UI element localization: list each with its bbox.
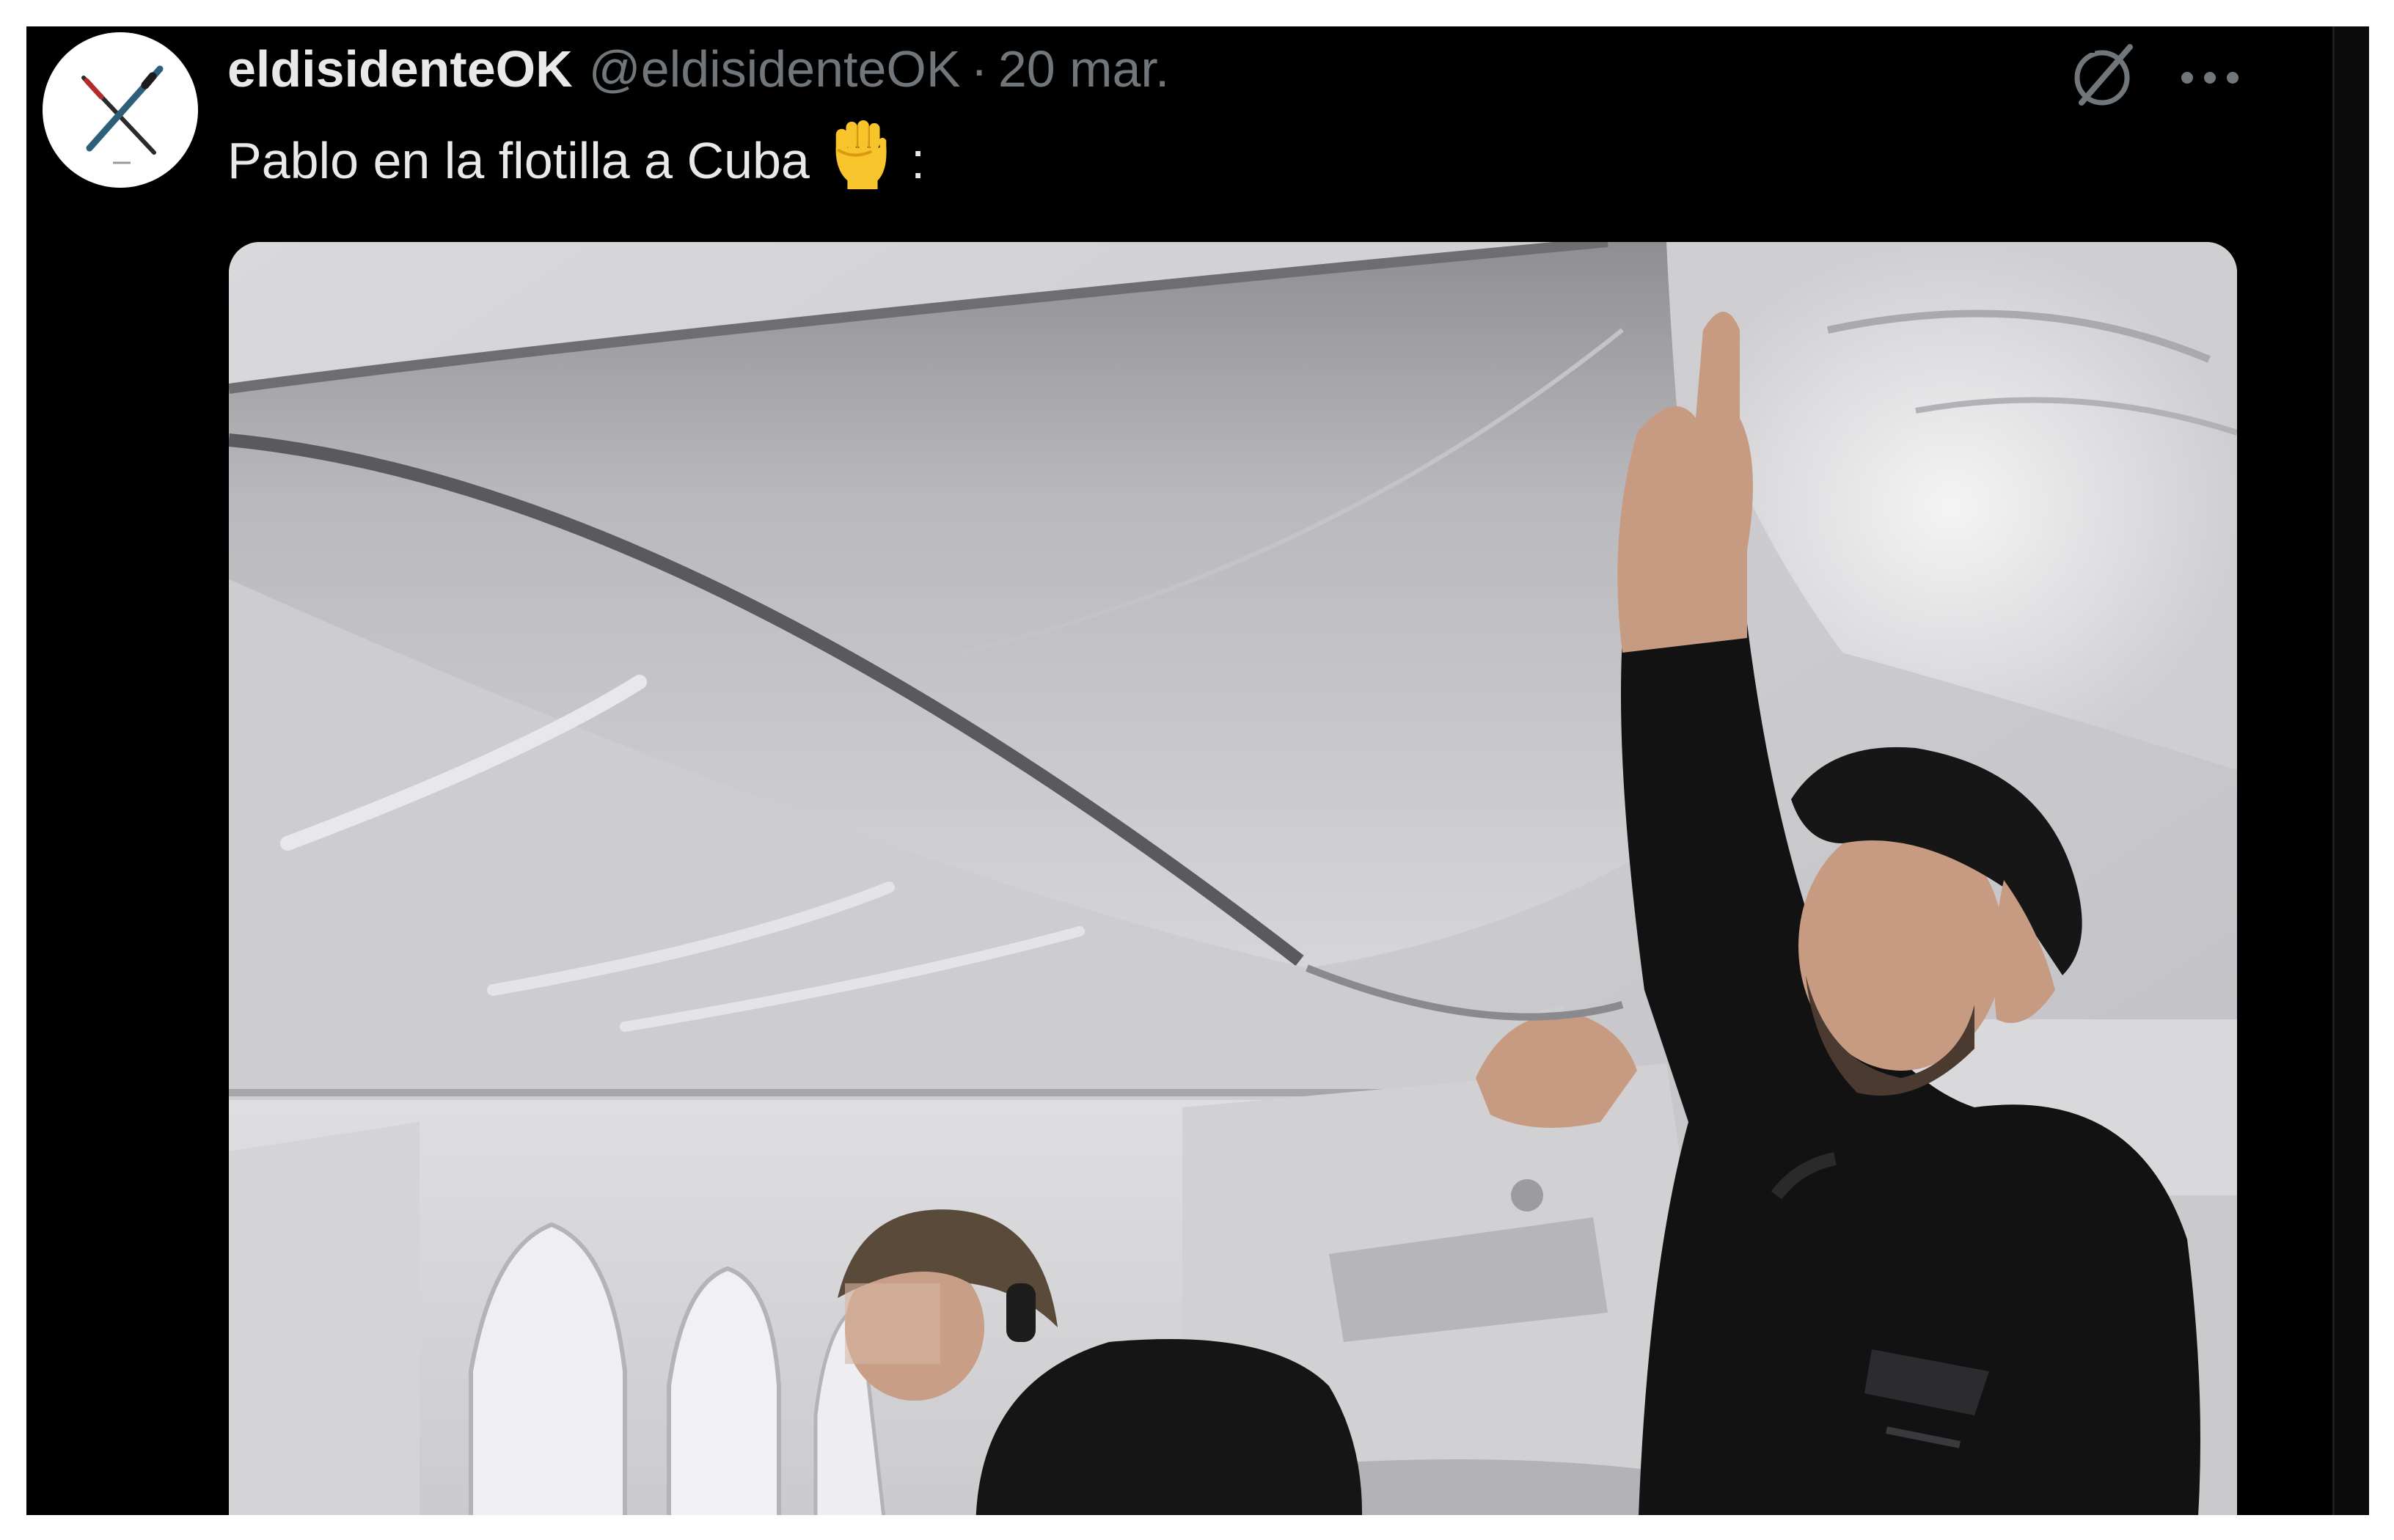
grok-icon[interactable] <box>2067 40 2140 113</box>
tweet-date[interactable]: 20 mar. <box>998 40 1169 98</box>
more-options-icon[interactable] <box>2177 56 2243 100</box>
tweet-text-suffix: : <box>910 132 926 189</box>
author-display-name[interactable]: eldisidenteOK <box>227 40 573 98</box>
aircraft-cabin-photo <box>229 242 2237 1515</box>
raised-fist-emoji-icon <box>826 119 898 202</box>
scrollbar[interactable] <box>2332 26 2369 1515</box>
tweet-media-photo[interactable] <box>229 242 2237 1515</box>
tweet-text: Pablo en la flotilla a Cuba <box>227 132 810 189</box>
author-avatar[interactable] <box>43 32 198 188</box>
meta-separator: · <box>970 40 988 98</box>
tweet-author-line: eldisidenteOK @eldisidenteOK · 20 mar. <box>227 37 1169 101</box>
tweet-frame: eldisidenteOK @eldisidenteOK · 20 mar. P… <box>26 26 2369 1515</box>
crossed-pens-logo-icon <box>44 34 197 186</box>
author-handle[interactable]: @eldisidenteOK <box>589 40 961 98</box>
tweet-body: Pablo en la flotilla a Cuba : <box>227 120 925 201</box>
